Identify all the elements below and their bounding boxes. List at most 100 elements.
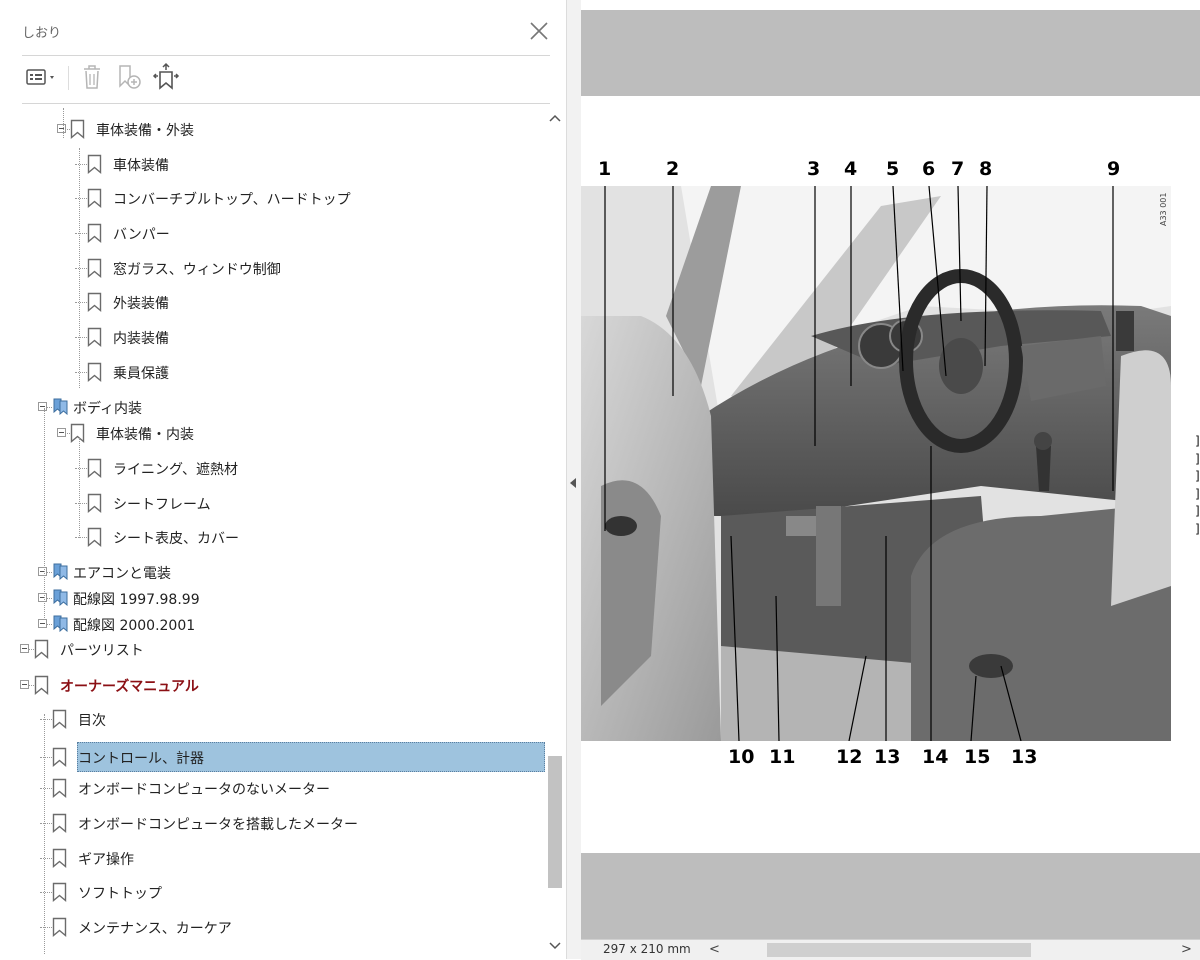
- scroll-down-icon[interactable]: [546, 936, 564, 954]
- bookmark-label: 窓ガラス、ウィンドウ制御: [113, 262, 281, 278]
- tree-connector: [40, 892, 52, 894]
- bookmark-item[interactable]: 車体装備・外装: [0, 114, 565, 144]
- bookmark-icon: [34, 675, 49, 695]
- bookmark-item[interactable]: 目次: [0, 704, 565, 734]
- bookmark-icon: [70, 423, 85, 443]
- expand-toggle-icon[interactable]: [38, 402, 47, 411]
- bookmark-icon: [87, 292, 102, 312]
- scroll-left-icon[interactable]: <: [709, 942, 720, 957]
- bookmark-tree: 車体装備・外装車体装備コンバーチブルトップ、ハードトップバンパー窓ガラス、ウィン…: [0, 108, 565, 959]
- horizontal-scroll-thumb[interactable]: [767, 943, 1031, 957]
- side-mark: ]: [1195, 469, 1200, 483]
- tree-connector: [75, 164, 87, 166]
- bookmark-label: パーツリスト: [60, 643, 144, 659]
- bookmark-item[interactable]: 外装装備: [0, 287, 565, 317]
- figure-code: A33 001: [1159, 193, 1168, 226]
- new-bookmark-icon[interactable]: [114, 62, 144, 92]
- bookmark-item[interactable]: シートフレーム: [0, 488, 565, 518]
- expand-toggle-icon[interactable]: [57, 428, 66, 437]
- bookmark-item[interactable]: メンテナンス、カーケア: [0, 912, 565, 942]
- expand-toggle-icon[interactable]: [38, 619, 47, 628]
- bookmarks-scrollbar[interactable]: [546, 108, 564, 959]
- expand-toggle-icon[interactable]: [38, 567, 47, 576]
- callout-8: 8: [979, 158, 993, 180]
- callout-11: 11: [769, 746, 796, 768]
- bookmark-item[interactable]: オンボードコンピュータのないメーター: [0, 773, 565, 803]
- callout-1: 1: [598, 158, 612, 180]
- bookmark-item[interactable]: バンパー: [0, 218, 565, 248]
- collapse-arrow-icon[interactable]: [570, 478, 576, 488]
- bookmark-label: オンボードコンピュータのないメーター: [78, 782, 330, 798]
- side-mark: ]: [1195, 434, 1200, 448]
- toolbar-divider: [22, 103, 550, 104]
- bookmark-label: シート表皮、カバー: [113, 531, 239, 547]
- bookmark-icon: [52, 778, 67, 798]
- side-marks: ] ] ] ] ] ]: [1195, 434, 1200, 539]
- tree-connector: [75, 233, 87, 235]
- expand-toggle-icon[interactable]: [20, 680, 29, 689]
- callout-13b: 13: [1011, 746, 1038, 768]
- bookmark-item[interactable]: ライニング、遮熱材: [0, 453, 565, 483]
- document-page: 1 2 3 4 5 6 7 8 9 A33 001 10 11 12 13 14…: [581, 96, 1200, 853]
- bookmark-icon: [52, 848, 67, 868]
- bookmark-label: 車体装備・外装: [96, 123, 194, 139]
- bookmark-item[interactable]: オーナーズマニュアル: [0, 670, 565, 700]
- bookmark-item[interactable]: 車体装備・内装: [0, 418, 565, 448]
- panel-splitter[interactable]: [566, 0, 581, 959]
- bookmark-icon: [52, 747, 67, 767]
- tree-guide-line: [44, 408, 45, 618]
- side-mark: ]: [1195, 521, 1200, 536]
- bookmark-label: コンバーチブルトップ、ハードトップ: [113, 192, 351, 208]
- bookmark-item[interactable]: オンボードコンピュータを搭載したメーター: [0, 808, 565, 838]
- bookmark-item[interactable]: 窓ガラス、ウィンドウ制御: [0, 253, 565, 283]
- callout-14: 14: [922, 746, 949, 768]
- side-mark: ]: [1195, 486, 1200, 501]
- tree-connector: [75, 198, 87, 200]
- expand-bookmark-icon[interactable]: [150, 62, 182, 92]
- bookmark-item[interactable]: 乗員保護: [0, 357, 565, 387]
- status-bar: 297 x 210 mm < >: [581, 939, 1200, 960]
- bookmark-icon: [70, 119, 85, 139]
- bookmark-label: ソフトトップ: [78, 886, 162, 902]
- tree-connector: [40, 757, 52, 759]
- callout-9: 9: [1107, 158, 1121, 180]
- bookmark-item[interactable]: シート表皮、カバー: [0, 522, 565, 552]
- bookmark-label: ボディ内装: [73, 401, 143, 417]
- trash-icon[interactable]: [78, 62, 106, 92]
- callout-12: 12: [836, 746, 863, 768]
- expand-toggle-icon[interactable]: [20, 644, 29, 653]
- scroll-right-icon[interactable]: >: [1181, 942, 1192, 957]
- tree-connector: [75, 468, 87, 470]
- tree-guide-line: [79, 148, 80, 388]
- bookmark-label: 車体装備: [113, 158, 169, 174]
- tree-guide-line: [79, 438, 80, 538]
- panel-title: しおり: [22, 26, 62, 41]
- tree-connector: [75, 503, 87, 505]
- bookmark-item[interactable]: パーツリスト: [0, 634, 565, 664]
- side-mark: ]: [1195, 451, 1200, 466]
- scroll-thumb[interactable]: [548, 756, 562, 888]
- scroll-up-icon[interactable]: [546, 110, 564, 128]
- bookmark-item[interactable]: 車体装備: [0, 149, 565, 179]
- bookmark-label: 配線図 1997.98.99: [73, 592, 200, 608]
- close-x-icon[interactable]: [528, 20, 550, 42]
- bookmark-item[interactable]: ギア操作: [0, 843, 565, 873]
- bookmark-item[interactable]: コントロール、計器: [0, 742, 565, 772]
- callout-4: 4: [844, 158, 858, 180]
- callout-2: 2: [666, 158, 680, 180]
- callout-7: 7: [951, 158, 965, 180]
- bookmark-item[interactable]: ソフトトップ: [0, 877, 565, 907]
- bookmark-icon: [52, 709, 67, 729]
- callout-3: 3: [807, 158, 821, 180]
- expand-toggle-icon[interactable]: [57, 124, 66, 133]
- bookmark-label: 乗員保護: [113, 366, 169, 382]
- expand-toggle-icon[interactable]: [38, 593, 47, 602]
- bookmark-label: ギア操作: [78, 852, 134, 868]
- bookmark-label: 目次: [78, 713, 106, 729]
- bookmark-options-icon[interactable]: [22, 62, 62, 92]
- bookmark-item[interactable]: コンバーチブルトップ、ハードトップ: [0, 183, 565, 213]
- tree-connector: [75, 372, 87, 374]
- bookmark-icon: [52, 882, 67, 902]
- document-viewer[interactable]: 1 2 3 4 5 6 7 8 9 A33 001 10 11 12 13 14…: [581, 0, 1200, 960]
- bookmark-item[interactable]: 内装装備: [0, 322, 565, 352]
